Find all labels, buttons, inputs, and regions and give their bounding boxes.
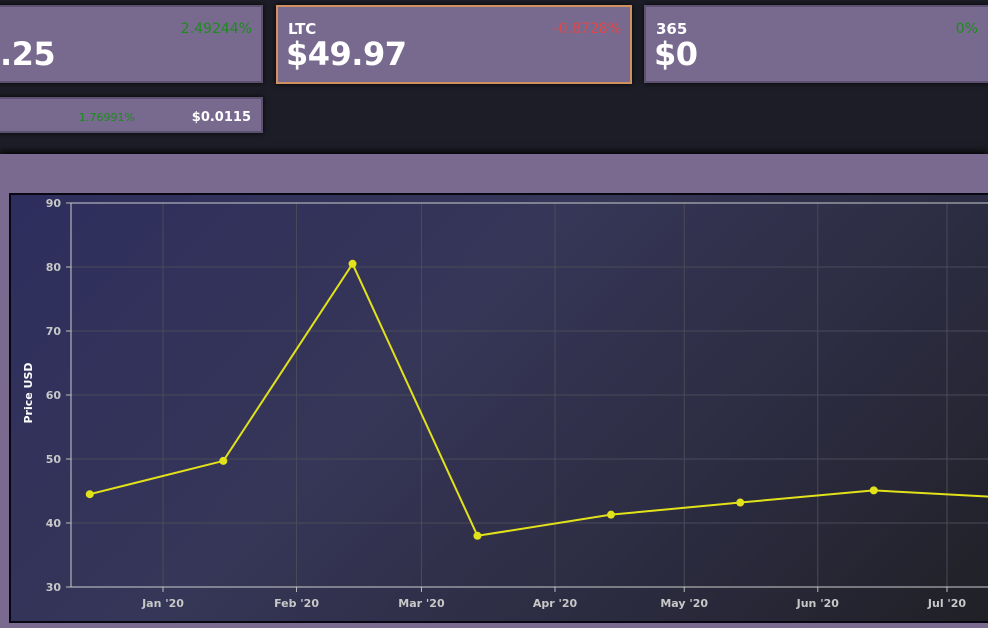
x-tick-label: Jan '20 [141, 597, 184, 610]
y-tick-label: 40 [46, 517, 62, 530]
y-tick-label: 80 [46, 261, 62, 274]
ticker-card-365[interactable]: 365 0% $0 [644, 5, 988, 83]
data-point [348, 259, 357, 268]
chart-grid [71, 202, 988, 588]
ticker-change: -0.8728% [553, 21, 621, 37]
chart-series [85, 259, 988, 540]
x-tick-label: Feb '20 [274, 597, 319, 610]
data-point [607, 510, 615, 519]
ticker-change: 0% [955, 21, 978, 37]
x-tick-label: May '20 [660, 597, 708, 610]
ticker-price: .25 [0, 35, 56, 73]
mini-ticker-price: $0.0115 [191, 110, 251, 125]
x-tick-label: Mar '20 [398, 597, 445, 610]
y-tick-label: 30 [46, 581, 62, 594]
mini-ticker-card[interactable]: 1.76991% $0.0115 [0, 97, 263, 133]
y-tick-label: 90 [46, 197, 62, 210]
ticker-change: 2.49244% [180, 21, 252, 37]
data-point [85, 490, 94, 499]
data-point [869, 486, 878, 495]
price-chart: 30 40 50 60 70 80 90 Jan '20 Feb '20 Mar '20 Apr '… [9, 193, 988, 623]
chart-axes: 30 40 50 60 70 80 90 Jan '20 Feb '20 Mar '20 Apr '… [46, 197, 988, 610]
ticker-price: $0 [654, 35, 698, 73]
y-tick-label: 50 [46, 453, 62, 466]
price-line [89, 261, 988, 537]
price-chart-svg: 30 40 50 60 70 80 90 Jan '20 Feb '20 Mar '20 Apr '… [22, 197, 988, 610]
ticker-price: $49.97 [286, 35, 407, 73]
y-axis-label: Price USD [22, 362, 35, 423]
data-point [736, 498, 745, 507]
ticker-card-1[interactable]: 2.49244% .25 [0, 5, 263, 83]
data-point [473, 531, 482, 540]
mini-ticker-change: 1.76991% [79, 111, 135, 124]
ticker-card-ltc[interactable]: LTC -0.8728% $49.97 [276, 5, 632, 84]
data-point [219, 456, 228, 465]
x-tick-label: Jun '20 [796, 597, 840, 610]
x-tick-label: Apr '20 [533, 597, 578, 610]
y-tick-label: 60 [46, 389, 62, 402]
x-tick-label: Jul '20 [927, 597, 967, 610]
y-tick-label: 70 [46, 325, 62, 338]
